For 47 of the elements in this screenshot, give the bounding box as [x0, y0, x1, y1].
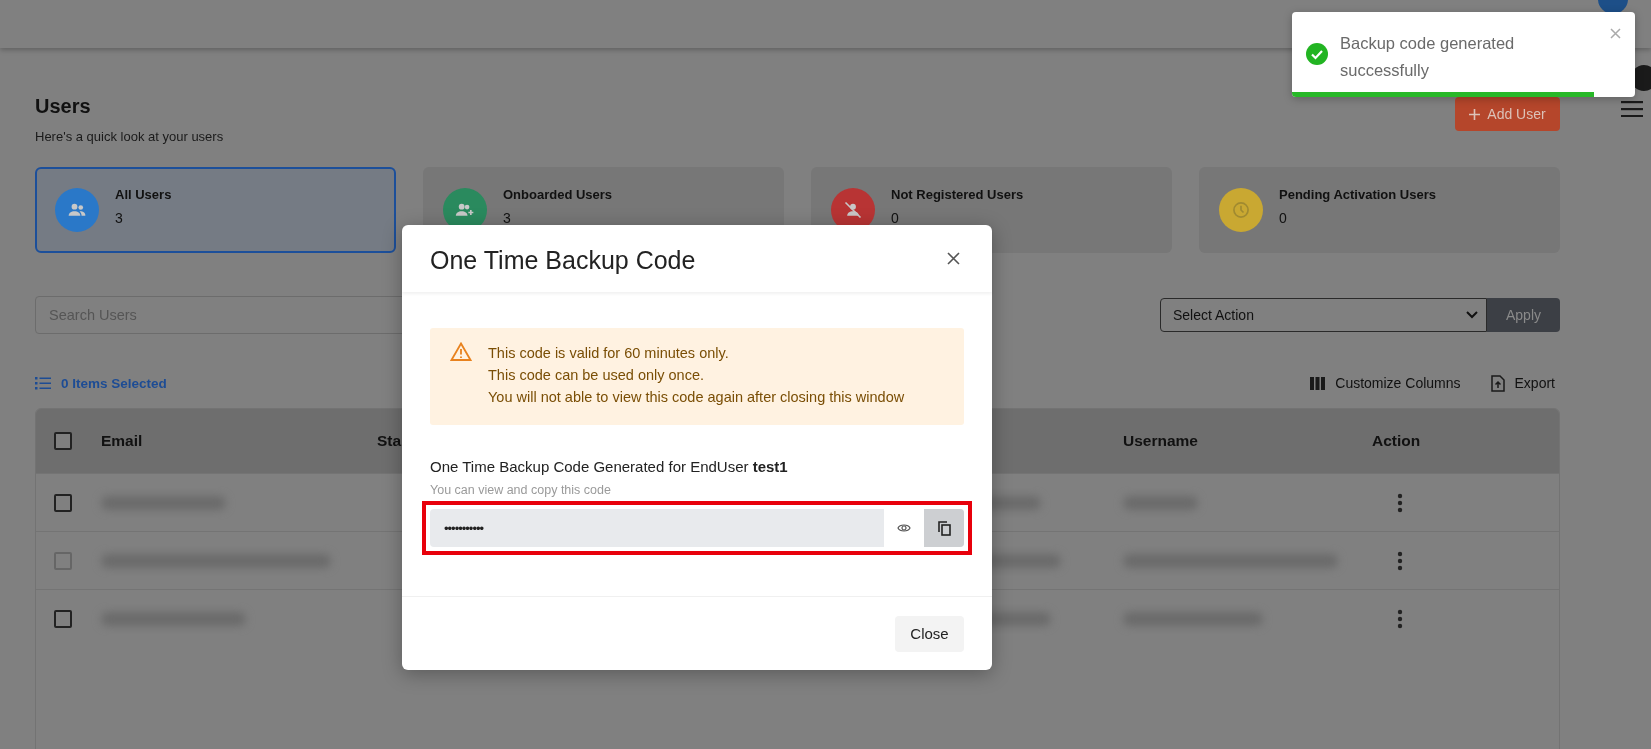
- column-header: Action: [1372, 432, 1422, 450]
- toast-message: Backup code generated successfully: [1340, 33, 1516, 81]
- more-menu-icon[interactable]: [1397, 550, 1403, 571]
- success-icon: [1306, 43, 1328, 65]
- card-count: 0: [891, 210, 900, 226]
- checkbox[interactable]: [54, 609, 72, 628]
- caret-icon: [1466, 311, 1478, 319]
- table-tool-button[interactable]: Customize Columns: [1310, 374, 1461, 392]
- clock-icon: [1231, 200, 1251, 220]
- more-menu-icon[interactable]: [1397, 492, 1403, 513]
- checkbox[interactable]: [54, 493, 72, 512]
- plus-icon: [1469, 108, 1481, 120]
- add-user-button[interactable]: Add User: [1455, 97, 1560, 131]
- code-field[interactable]: •••••••••••: [430, 509, 964, 547]
- card-label: All Users: [115, 187, 172, 202]
- close-button[interactable]: Close: [895, 615, 964, 652]
- card-label: Pending Activation Users: [1279, 187, 1436, 202]
- columns-icon: [1310, 376, 1326, 390]
- table-tool-button[interactable]: Export: [1490, 374, 1555, 392]
- column-header: Email: [101, 432, 144, 450]
- page-subtitle: Here's a quick look at your users: [35, 129, 224, 144]
- stat-card[interactable]: All Users 3: [35, 167, 396, 253]
- card-count: 3: [115, 210, 124, 226]
- field-hint: You can view and copy this code: [430, 483, 612, 497]
- user-off-icon: [843, 200, 863, 220]
- more-menu-icon[interactable]: [1397, 608, 1403, 629]
- apply-button[interactable]: Apply: [1487, 298, 1560, 332]
- action-select[interactable]: Select Action: [1160, 298, 1487, 332]
- code-label: One Time Backup Code Generated for EndUser test1: [430, 458, 789, 475]
- stat-card[interactable]: Pending Activation Users 0: [1199, 167, 1560, 253]
- column-header: Username: [1123, 432, 1199, 450]
- copy-icon[interactable]: [924, 509, 964, 547]
- menu-icon[interactable]: [1621, 101, 1643, 117]
- selection-count: 0 Items Selected: [61, 375, 167, 391]
- notice-text: This code can be used only once.: [488, 366, 706, 385]
- page-title: Users: [35, 94, 92, 118]
- card-count: 0: [1279, 210, 1288, 226]
- list-icon: [35, 376, 51, 390]
- notice-text: This code is valid for 60 minutes only.: [488, 344, 730, 363]
- warning-icon: [450, 342, 472, 361]
- column-header: Sta: [377, 432, 403, 450]
- card-label: Not Registered Users: [891, 187, 1024, 202]
- notice-text: You will not able to view this code again after closing this window: [488, 388, 905, 407]
- export-icon: [1490, 374, 1505, 392]
- checkbox[interactable]: [54, 432, 72, 450]
- card-count: 3: [503, 210, 512, 226]
- card-label: Onboarded Users: [503, 187, 613, 202]
